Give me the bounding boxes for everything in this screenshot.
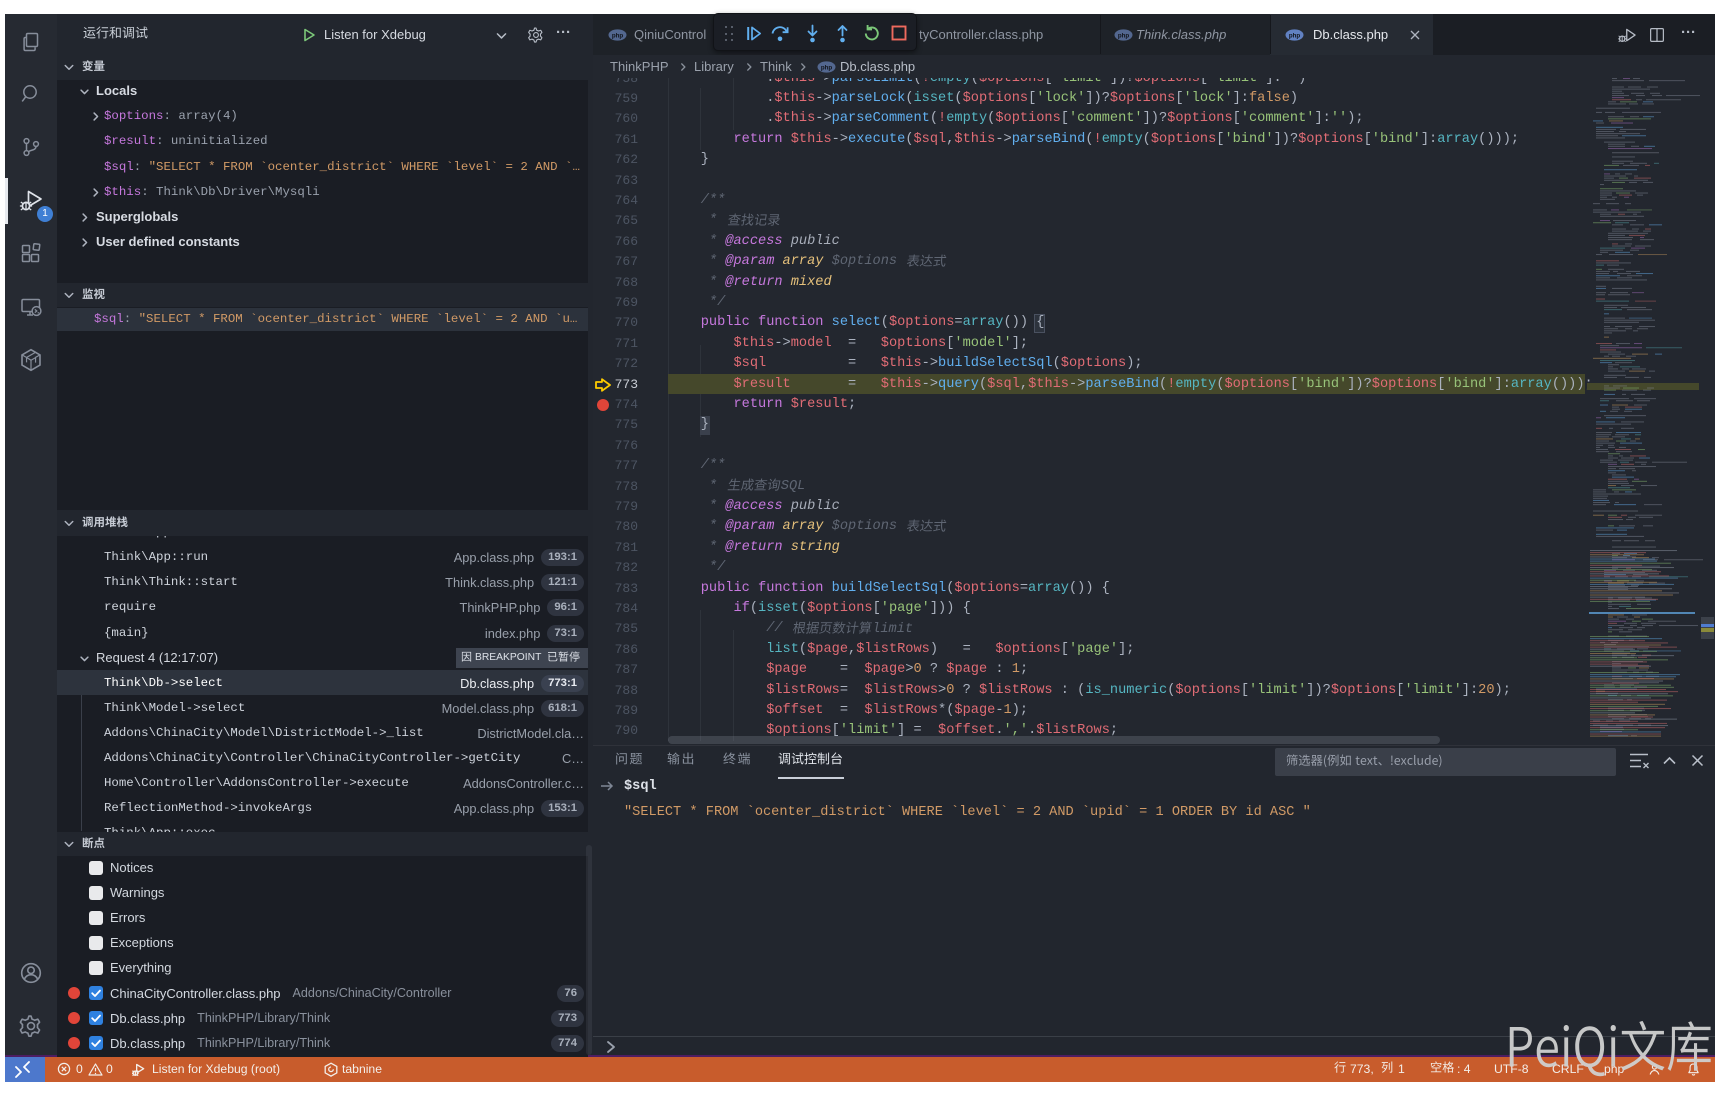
svg-text:php: php: [612, 32, 624, 39]
svg-text:php: php: [1289, 32, 1301, 39]
svg-text:php: php: [1118, 32, 1130, 39]
svg-text:php: php: [821, 64, 833, 71]
